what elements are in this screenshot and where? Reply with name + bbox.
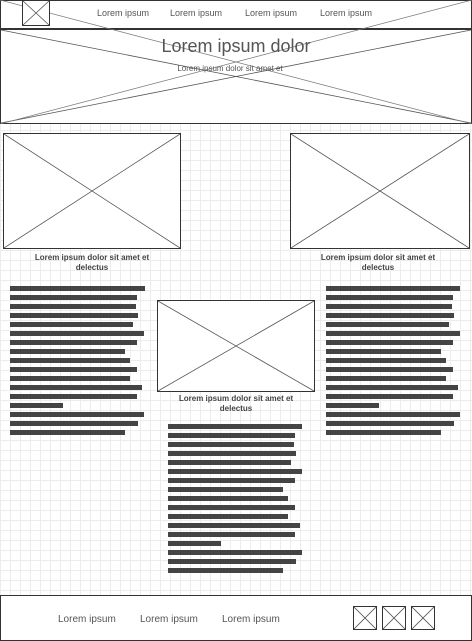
text-line: [10, 394, 137, 399]
text-line: [10, 358, 131, 363]
card-1-text-block: [10, 286, 145, 439]
nav-link-2[interactable]: Lorem ipsum: [170, 8, 222, 18]
text-line: [10, 340, 137, 345]
footer-social-3[interactable]: [411, 606, 435, 630]
text-line: [168, 424, 302, 429]
text-line: [168, 514, 289, 519]
footer-social-1[interactable]: [353, 606, 377, 630]
hero-subtitle: Lorem ipsum dolor sit amet et: [177, 64, 283, 73]
text-line: [326, 421, 455, 426]
card-1-image-icon: [4, 134, 180, 248]
logo-placeholder[interactable]: [22, 0, 50, 26]
card-3-caption: Lorem ipsum dolor sit amet et delectus: [178, 394, 294, 413]
logo-image-icon: [23, 1, 49, 25]
text-line: [168, 451, 297, 456]
text-line: [10, 349, 125, 354]
text-line: [168, 532, 295, 537]
nav-link-3[interactable]: Lorem ipsum: [245, 8, 297, 18]
text-line: [10, 430, 125, 435]
card-1-image[interactable]: [3, 133, 181, 249]
text-line: [326, 349, 441, 354]
text-line: [326, 376, 447, 381]
text-line: [10, 286, 145, 291]
text-line: [168, 469, 302, 474]
text-line: [10, 421, 139, 426]
text-line: [10, 385, 143, 390]
text-line: [168, 505, 295, 510]
text-line: [168, 460, 291, 465]
text-line: [326, 367, 453, 372]
card-2-caption: Lorem ipsum dolor sit amet et delectus: [320, 253, 436, 272]
text-line: [10, 304, 136, 309]
text-line: [326, 412, 460, 417]
text-line: [10, 331, 144, 336]
text-line: [326, 295, 453, 300]
text-line: [326, 385, 459, 390]
text-line: [326, 313, 455, 318]
card-3-image[interactable]: [157, 300, 315, 392]
footer-social-2[interactable]: [382, 606, 406, 630]
card-2-image-icon: [291, 134, 469, 248]
text-line: [168, 568, 283, 573]
text-line: [168, 550, 302, 555]
text-line: [168, 442, 294, 447]
text-line: [326, 430, 441, 435]
text-line: [10, 376, 131, 381]
text-line: [326, 286, 460, 291]
text-line: [168, 496, 289, 501]
text-line: [168, 559, 297, 564]
text-line: [168, 478, 295, 483]
hero-title: Lorem ipsum dolor: [161, 36, 311, 56]
text-line: [168, 541, 221, 546]
text-line: [326, 322, 449, 327]
text-line: [326, 340, 453, 345]
text-line: [326, 403, 379, 408]
text-line: [10, 367, 137, 372]
text-line: [10, 403, 63, 408]
nav-link-4[interactable]: Lorem ipsum: [320, 8, 372, 18]
top-header: [0, 0, 472, 29]
footer-link-2[interactable]: Lorem ipsum: [140, 614, 198, 625]
card-1-caption: Lorem ipsum dolor sit amet et delectus: [34, 253, 150, 272]
text-line: [10, 322, 133, 327]
text-line: [326, 358, 447, 363]
footer-link-1[interactable]: Lorem ipsum: [58, 614, 116, 625]
social-image-icon: [354, 607, 376, 629]
text-line: [168, 433, 295, 438]
card-3-image-icon: [158, 301, 314, 391]
card-3-text-block: [168, 424, 303, 577]
text-line: [326, 394, 453, 399]
text-line: [10, 313, 139, 318]
text-line: [168, 487, 283, 492]
card-2-text-block: [326, 286, 461, 439]
social-image-icon: [412, 607, 434, 629]
card-2-image[interactable]: [290, 133, 470, 249]
text-line: [326, 304, 452, 309]
nav-link-1[interactable]: Lorem ipsum: [97, 8, 149, 18]
text-line: [10, 295, 137, 300]
text-line: [168, 523, 301, 528]
social-image-icon: [383, 607, 405, 629]
footer-link-3[interactable]: Lorem ipsum: [222, 614, 280, 625]
text-line: [10, 412, 144, 417]
text-line: [326, 331, 460, 336]
